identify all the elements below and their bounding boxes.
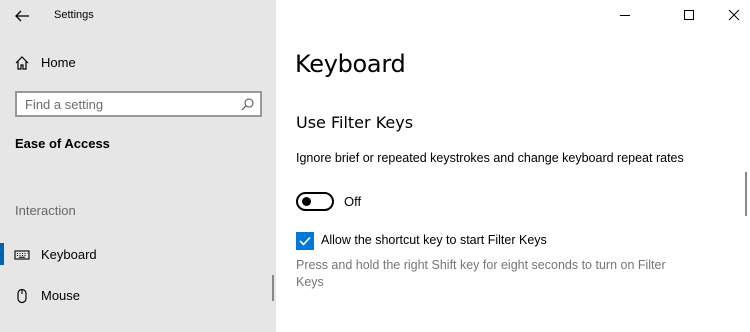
back-button[interactable] <box>13 7 31 25</box>
maximize-button[interactable] <box>677 4 701 26</box>
home-icon <box>15 56 29 70</box>
close-button[interactable] <box>722 4 746 26</box>
mouse-icon <box>17 288 27 304</box>
main-scrollbar[interactable] <box>745 172 747 216</box>
shortcut-key-label[interactable]: Allow the shortcut key to start Filter K… <box>321 233 547 247</box>
keyboard-icon <box>14 250 30 260</box>
section-heading: Use Filter Keys <box>296 113 414 132</box>
toggle-knob <box>302 197 311 206</box>
close-icon <box>728 9 740 21</box>
main-content: Keyboard Use Filter Keys Ignore brief or… <box>276 0 750 332</box>
sidebar-item-label: Keyboard <box>41 247 97 262</box>
shortcut-key-checkbox[interactable] <box>296 232 314 250</box>
minimize-button[interactable] <box>613 4 637 26</box>
sidebar-item-label: Home <box>41 55 76 70</box>
group-label: Interaction <box>15 203 76 218</box>
sidebar-item-mouse[interactable]: Mouse <box>0 281 276 311</box>
sidebar-item-label: Mouse <box>41 288 81 303</box>
app-title: Settings <box>54 9 94 21</box>
maximize-icon <box>684 10 694 20</box>
sidebar-item-home[interactable]: Home <box>0 48 276 78</box>
filter-keys-description: Ignore brief or repeated keystrokes and … <box>296 151 684 165</box>
search-box[interactable] <box>15 91 262 117</box>
minimize-icon <box>620 15 630 16</box>
back-arrow-icon <box>15 10 29 22</box>
section-title: Ease of Access <box>15 136 110 151</box>
shortcut-key-hint: Press and hold the right Shift key for e… <box>296 258 666 289</box>
search-icon[interactable] <box>241 98 254 111</box>
checkmark-icon <box>299 236 311 246</box>
toggle-state-label: Off <box>344 194 362 209</box>
search-input[interactable] <box>25 96 235 112</box>
sidebar: Settings Home Ease of Access Interaction… <box>0 0 276 332</box>
filter-keys-toggle[interactable] <box>296 192 334 211</box>
page-title: Keyboard <box>295 50 406 78</box>
sidebar-scrollbar[interactable] <box>272 275 274 301</box>
sidebar-item-keyboard[interactable]: Keyboard <box>0 240 276 270</box>
